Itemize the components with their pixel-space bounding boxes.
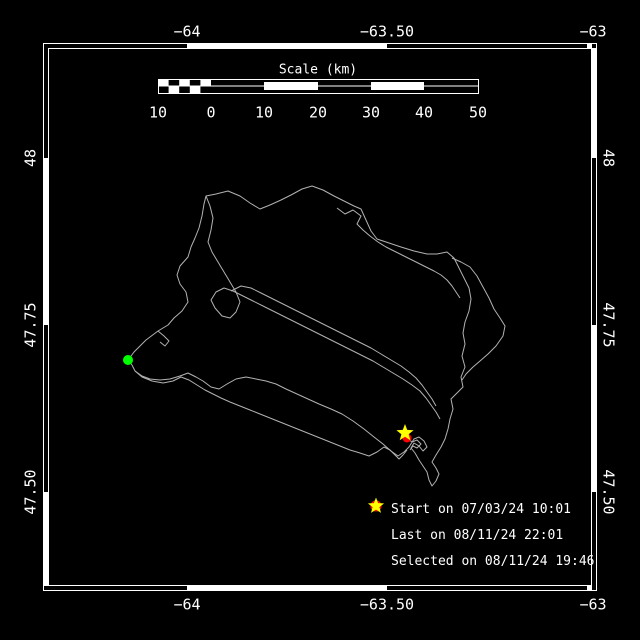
track-polyline [231,286,436,406]
track-polyline [128,186,471,486]
scalebar-filled-section [371,82,424,90]
scalebar-tick-label: 50 [469,106,487,121]
track-polyline [158,331,169,346]
legend: Start on 07/03/24 10:01 Last on 08/11/24… [366,496,595,574]
scalebar-tick-label: 20 [309,106,327,121]
scalebar-tick-label: 0 [206,106,215,121]
lon-tick-label-bottom: −64 [173,598,200,613]
legend-last-label: Last on 08/11/24 22:01 [391,529,563,542]
track-polyline [206,196,440,419]
lon-tick-label-top: −63 [579,25,606,40]
track-polyline [135,371,407,459]
lon-tick-label-bottom: −63 [579,598,606,613]
scalebar-tick-label: 30 [362,106,380,121]
track-polyline [452,258,505,380]
lon-tick-label-top: −64 [173,25,200,40]
last-circle-icon [366,527,382,543]
lat-tick-label-right: 48 [601,149,616,167]
scalebar-tick-label: 10 [255,106,273,121]
scalebar-filled-section [264,82,318,90]
legend-item-start: Start on 07/03/24 10:01 [366,496,595,522]
frame-tick-segment [187,43,387,48]
legend-item-last: Last on 08/11/24 22:01 [366,522,595,548]
lat-tick-label-left: 47.50 [24,469,39,514]
scalebar-checker-cell [179,79,190,86]
start-marker [123,355,133,365]
scalebar-checker-cell [169,86,180,93]
lon-tick-label-top: −63.50 [360,25,414,40]
lat-tick-label-left: 48 [24,149,39,167]
frame-tick-segment [187,586,387,591]
lat-tick-label-right: 47.75 [601,302,616,347]
legend-item-selected: Selected on 08/11/24 19:46 [366,548,595,574]
scalebar-title: Scale (km) [279,63,357,78]
scalebar-checker-cell [200,79,211,86]
legend-selected-label: Selected on 08/11/24 19:46 [391,555,595,568]
scalebar-checker-cell [158,79,169,86]
frame-tick-segment [43,492,48,586]
selected-star-icon [366,553,382,569]
scalebar-tick-label: 40 [415,106,433,121]
frame-tick-segment [43,158,48,325]
legend-start-label: Start on 07/03/24 10:01 [391,503,571,516]
frame-tick-segment [587,586,592,591]
frame-tick-segment [592,325,597,492]
lon-tick-label-bottom: −63.50 [360,598,414,613]
frame-tick-segment [592,48,597,158]
scalebar-tick-label: 10 [149,106,167,121]
track-map-figure: Scale (km) −64 −63.50 −63 −64 −63.50 −63 48 47.… [0,0,640,640]
frame-tick-segment [587,43,592,48]
lat-tick-label-left: 47.75 [24,302,39,347]
scalebar-checker-cell [190,86,201,93]
lat-tick-label-right: 47.50 [601,469,616,514]
